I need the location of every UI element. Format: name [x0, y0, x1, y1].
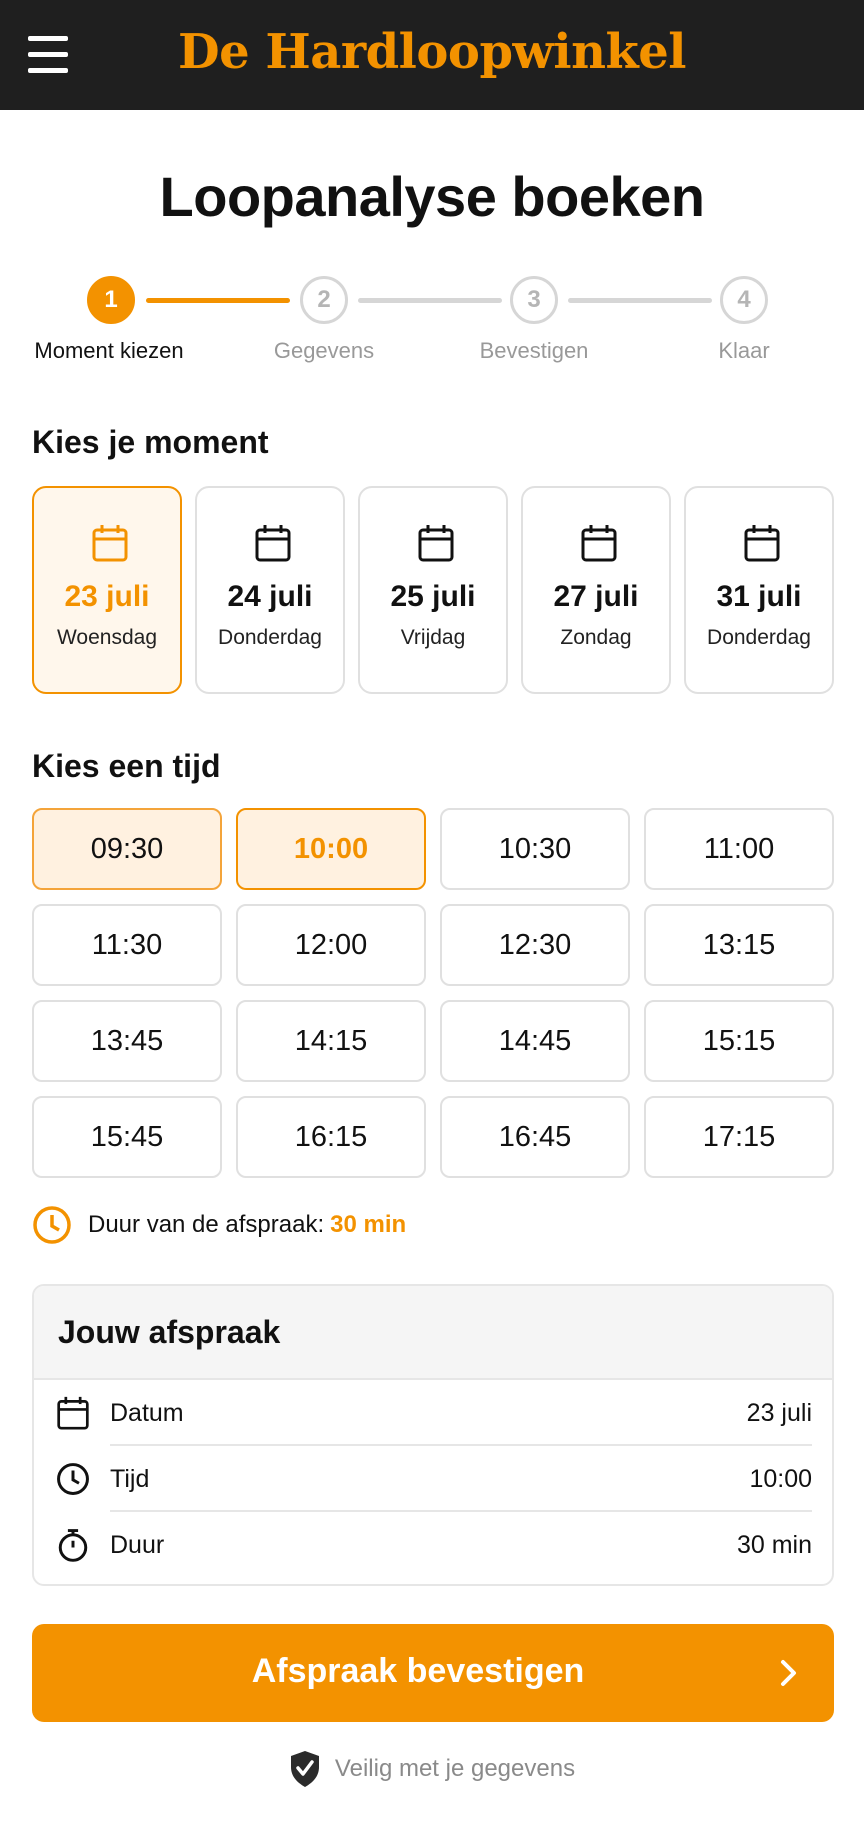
security-note: Veilig met je gegevens — [0, 1748, 864, 1790]
weekday-label: Donderdag — [218, 626, 322, 649]
summary-time-label: Tijd — [110, 1465, 150, 1493]
time-slot-1315[interactable]: 13:15 — [644, 904, 834, 986]
time-slot-1130[interactable]: 11:30 — [32, 904, 222, 986]
time-slot-1545[interactable]: 15:45 — [32, 1096, 222, 1178]
weekday-label: Donderdag — [707, 626, 811, 649]
time-slot-1445[interactable]: 14:45 — [440, 1000, 630, 1082]
calendar-icon — [57, 1396, 89, 1430]
moment-section-title: Kies je moment — [32, 424, 269, 460]
step-1-label: Moment kiezen — [34, 338, 184, 363]
calendar-icon — [92, 525, 128, 562]
summary-time-value: 10:00 — [749, 1465, 812, 1493]
date-option-25-juli[interactable]: 25 juli Vrijdag — [358, 486, 508, 694]
step-4-label: Klaar — [718, 338, 770, 363]
step-2-circle: 2 — [300, 276, 348, 324]
time-slot-0930[interactable]: 09:30 — [32, 808, 222, 890]
time-slot-1230[interactable]: 12:30 — [440, 904, 630, 986]
confirm-appointment-button[interactable]: Afspraak bevestigen — [32, 1624, 834, 1722]
step-connector-1 — [146, 298, 290, 303]
time-slot-1415[interactable]: 14:15 — [236, 1000, 426, 1082]
chevron-right-icon — [781, 1660, 796, 1686]
step-3-label: Bevestigen — [479, 338, 589, 363]
progress-stepper: 1 2 3 4 Moment kiezen Gegevens Bevestige… — [0, 274, 864, 374]
confirm-button-label: Afspraak bevestigen — [251, 1652, 585, 1690]
summary-title: Jouw afspraak — [34, 1286, 832, 1380]
page-title: Loopanalyse boeken — [159, 165, 705, 228]
clock-icon — [33, 1206, 71, 1244]
time-slot-1715[interactable]: 17:15 — [644, 1096, 834, 1178]
date-label: 27 juli — [553, 580, 639, 613]
date-option-23-juli[interactable]: 23 juli Woensdag — [32, 486, 182, 694]
time-slot-1030[interactable]: 10:30 — [440, 808, 630, 890]
step-connector-2 — [358, 298, 502, 303]
step-1-circle: 1 — [87, 276, 135, 324]
appointment-summary: Jouw afspraak Datum 23 juli Tijd 10:00 D… — [32, 1284, 834, 1586]
time-slot-1000[interactable]: 10:00 — [236, 808, 426, 890]
weekday-label: Woensdag — [56, 626, 158, 649]
summary-date-label: Datum — [110, 1399, 184, 1427]
step-2-label: Gegevens — [273, 338, 375, 363]
date-option-24-juli[interactable]: 24 juli Donderdag — [195, 486, 345, 694]
time-slot-1645[interactable]: 16:45 — [440, 1096, 630, 1178]
date-label: 25 juli — [390, 580, 476, 613]
duration-value: 30 min — [330, 1211, 407, 1238]
duration-label: Duur van de afspraak: — [88, 1211, 325, 1238]
stopwatch-icon — [58, 1529, 88, 1562]
time-slot-1615[interactable]: 16:15 — [236, 1096, 426, 1178]
date-label: 23 juli — [64, 580, 150, 613]
time-section-title: Kies een tijd — [32, 748, 221, 784]
summary-row-duration: Duur 30 min — [34, 1512, 832, 1578]
summary-duration-value: 30 min — [736, 1531, 812, 1559]
summary-row-date: Datum 23 juli — [34, 1380, 832, 1446]
weekday-label: Vrijdag — [400, 626, 466, 649]
calendar-icon — [581, 525, 617, 562]
shield-check-icon — [290, 1751, 319, 1787]
step-3-circle: 3 — [510, 276, 558, 324]
date-label: 24 juli — [227, 580, 313, 613]
date-selector: 23 juli Woensdag 24 juli Donderdag 25 ju… — [32, 486, 834, 694]
summary-duration-label: Duur — [110, 1531, 165, 1559]
step-connector-3 — [568, 298, 712, 303]
step-4-circle: 4 — [720, 276, 768, 324]
duration-note: Duur van de afspraak: 30 min — [32, 1204, 406, 1246]
calendar-icon — [744, 525, 780, 562]
summary-row-time: Tijd 10:00 — [34, 1446, 832, 1512]
security-text: Veilig met je gegevens — [334, 1755, 576, 1782]
top-bar: De Hardloopwinkel — [0, 0, 864, 110]
date-option-27-juli[interactable]: 27 juli Zondag — [521, 486, 671, 694]
weekday-label: Zondag — [560, 626, 632, 649]
date-option-31-juli[interactable]: 31 juli Donderdag — [684, 486, 834, 694]
time-slot-1345[interactable]: 13:45 — [32, 1000, 222, 1082]
date-label: 31 juli — [716, 580, 802, 613]
time-slot-1515[interactable]: 15:15 — [644, 1000, 834, 1082]
summary-date-value: 23 juli — [746, 1399, 812, 1427]
calendar-icon — [418, 525, 454, 562]
clock-icon — [57, 1463, 89, 1495]
time-slot-1200[interactable]: 12:00 — [236, 904, 426, 986]
time-slot-1100[interactable]: 11:00 — [644, 808, 834, 890]
brand-logo[interactable]: De Hardloopwinkel — [0, 24, 864, 80]
calendar-icon — [255, 525, 291, 562]
